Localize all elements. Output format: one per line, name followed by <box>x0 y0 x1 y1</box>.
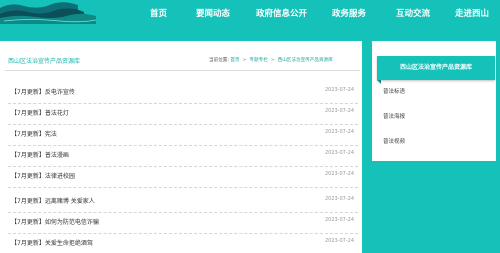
article-title[interactable]: 【7月更新】关爱生命拒绝酒驾 <box>11 238 93 247</box>
list-item[interactable]: 【7月更新】宪法 2023-07-24 <box>8 125 358 146</box>
breadcrumb-prefix: 当前位置: <box>209 58 229 63</box>
breadcrumb-home[interactable]: 首页 <box>230 58 239 63</box>
list-item[interactable]: 【7月更新】法律进校园 2023-07-24 <box>8 167 358 188</box>
article-title[interactable]: 【7月更新】反电诈宣传 <box>11 87 75 96</box>
list-item[interactable]: 【7月更新】关爱生命拒绝酒驾 2023-07-24 <box>8 234 358 253</box>
list-item[interactable]: 【7月更新】普法漫画 2023-07-24 <box>8 146 358 167</box>
article-title[interactable]: 【7月更新】如何为防范电信诈骗 <box>11 217 99 226</box>
list-item[interactable]: 【7月更新】如何为防范电信诈骗 2023-07-24 <box>8 213 358 234</box>
sidebar: 西山区法治宣传产品资源库 普法标语 普法海报 普法视频 <box>372 41 496 161</box>
article-title[interactable]: 【7月更新】普法漫画 <box>11 150 69 159</box>
sidebar-item-posters[interactable]: 普法海报 <box>383 112 405 120</box>
breadcrumb-separator: > <box>242 58 247 63</box>
title-divider <box>5 70 360 71</box>
article-date: 2023-07-24 <box>324 108 354 114</box>
article-title[interactable]: 【7月更新】宪法 <box>11 129 57 138</box>
sidebar-header-fold <box>377 80 381 84</box>
article-date: 2023-07-24 <box>324 171 354 177</box>
nav-menu: 首页 要闻动态 政府信息公开 政务服务 互动交流 走进西山 <box>0 0 500 28</box>
breadcrumb-special-topics[interactable]: 专题专栏 <box>249 58 267 63</box>
article-list-panel: 西山区法治宣传产品资源库 当前位置: 首页 > 专题专栏 > 西山区法治宣传产品… <box>0 41 362 253</box>
sidebar-item-videos[interactable]: 普法视频 <box>383 137 405 145</box>
article-date: 2023-07-24 <box>324 150 354 156</box>
article-date: 2023-07-24 <box>324 87 354 93</box>
article-title[interactable]: 【7月更新】法律进校园 <box>11 171 75 180</box>
article-title[interactable]: 【7月更新】普法花灯 <box>11 108 69 117</box>
list-item[interactable]: 【7月更新】普法花灯 2023-07-24 <box>8 104 358 125</box>
nav-item-home[interactable]: 首页 <box>150 7 167 19</box>
breadcrumb: 当前位置: 首页 > 专题专栏 > 西山区法治宣传产品资源库 <box>209 57 333 63</box>
breadcrumb-current[interactable]: 西山区法治宣传产品资源库 <box>278 58 333 63</box>
sidebar-item-slogans[interactable]: 普法标语 <box>383 87 405 95</box>
article-title[interactable]: 【7月更新】远离赌博 关爱家人 <box>11 196 95 205</box>
article-date: 2023-07-24 <box>324 217 354 223</box>
nav-item-gov-info[interactable]: 政府信息公开 <box>256 7 307 19</box>
page-title: 西山区法治宣传产品资源库 <box>8 58 81 65</box>
top-navigation-bar: 首页 要闻动态 政府信息公开 政务服务 互动交流 走进西山 <box>0 0 500 28</box>
nav-item-about[interactable]: 走进西山 <box>455 7 489 19</box>
nav-item-services[interactable]: 政务服务 <box>332 7 366 19</box>
article-date: 2023-07-24 <box>324 238 354 244</box>
nav-item-interaction[interactable]: 互动交流 <box>396 7 430 19</box>
article-date: 2023-07-24 <box>324 129 354 135</box>
list-item[interactable]: 【7月更新】远离赌博 关爱家人 2023-07-24 <box>8 192 358 213</box>
list-item[interactable]: 【7月更新】反电诈宣传 2023-07-24 <box>8 83 358 104</box>
nav-item-news[interactable]: 要闻动态 <box>196 7 230 19</box>
sidebar-title: 西山区法治宣传产品资源库 <box>399 64 472 71</box>
breadcrumb-separator: > <box>270 58 275 63</box>
sidebar-header: 西山区法治宣传产品资源库 <box>377 56 495 84</box>
article-date: 2023-07-24 <box>324 196 354 202</box>
